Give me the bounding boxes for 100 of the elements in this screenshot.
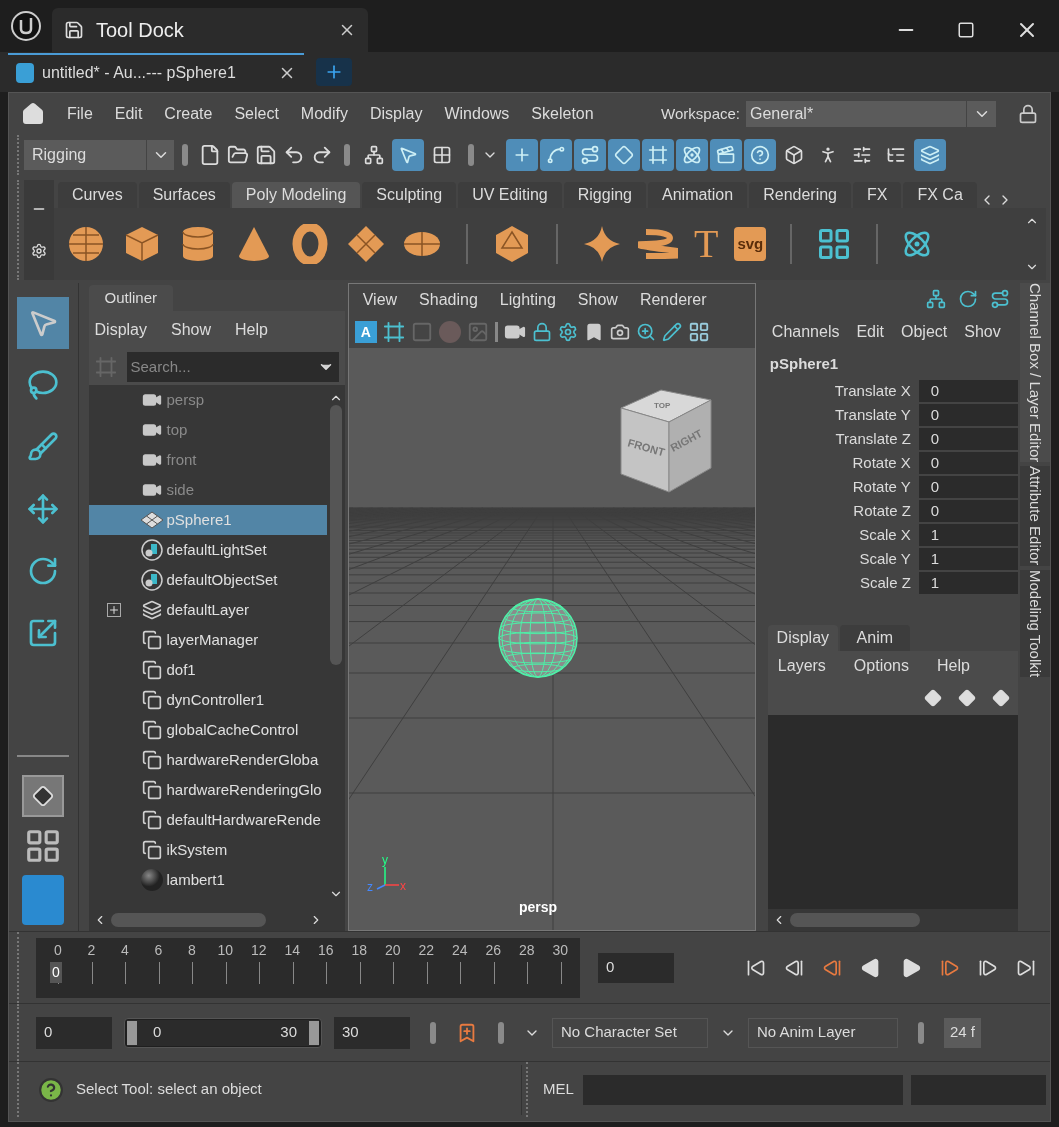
toggle-button[interactable] [608, 139, 640, 171]
next-key-icon[interactable] [940, 957, 960, 978]
outliner-row[interactable]: defaultObjectSet [88, 565, 327, 595]
end-frame-field[interactable]: 30 [334, 1016, 410, 1049]
side-tab[interactable]: Channel Box / Layer Editor [1020, 283, 1050, 463]
channel-value-field[interactable]: 1 [918, 524, 1018, 546]
menu-item[interactable]: Display [370, 102, 423, 126]
menu-item[interactable]: Create [164, 102, 213, 126]
frame-icon[interactable] [382, 321, 405, 343]
layout-button[interactable] [22, 775, 65, 817]
gear-icon[interactable] [557, 322, 578, 342]
range-slider[interactable]: 0 30 [124, 1017, 322, 1048]
toggle-button[interactable] [506, 139, 538, 171]
rotate-icon[interactable] [958, 289, 978, 309]
outliner-row[interactable]: defaultLightSet [88, 535, 327, 565]
outliner-row[interactable]: globalCacheControl [88, 715, 327, 745]
channel-value-field[interactable]: 0 [918, 380, 1018, 402]
menu-item[interactable]: Shov [964, 320, 1001, 344]
sphere-icon[interactable] [66, 224, 106, 264]
toggle-button[interactable] [710, 139, 742, 171]
previous-key-icon[interactable] [822, 957, 842, 978]
menu-item[interactable]: File [67, 102, 93, 126]
text-tool-icon[interactable]: T [694, 224, 719, 264]
menu-item[interactable]: Show [171, 318, 211, 342]
settings-icon[interactable] [31, 243, 47, 259]
svg-tool-icon[interactable]: svg [734, 226, 767, 262]
outliner-row[interactable]: defaultLayer [88, 595, 327, 625]
menu-item[interactable]: Modify [300, 102, 348, 126]
menu-set-dropdown[interactable]: Rigging [24, 140, 174, 170]
step-forward-icon[interactable] [978, 957, 998, 978]
lock-icon[interactable] [1018, 104, 1038, 124]
layer-editor-tab[interactable]: Display [767, 625, 838, 651]
workspace-dropdown[interactable]: General* [746, 101, 996, 127]
character-set-field[interactable]: No Character Set [552, 1017, 708, 1048]
shelf-tab[interactable]: Animation [648, 182, 748, 208]
channel-value-field[interactable]: 0 [918, 428, 1018, 450]
new-tab-button[interactable] [316, 58, 352, 86]
menu-item[interactable]: Options [853, 654, 909, 678]
menu-item[interactable]: Select [234, 102, 279, 126]
window-tab[interactable]: Tool Dock [52, 8, 368, 52]
channel-value-field[interactable]: 0 [918, 452, 1018, 474]
toggle-button[interactable] [642, 139, 674, 171]
torus-icon[interactable] [290, 224, 330, 264]
toggle-button[interactable] [744, 139, 776, 171]
menu-item[interactable]: Edit [856, 320, 884, 344]
menu-item[interactable]: Skeleton [531, 102, 594, 126]
outliner-row[interactable]: dof1 [88, 655, 327, 685]
outliner-row[interactable]: defaultHardwareRende [88, 805, 327, 835]
pencil-icon[interactable] [661, 322, 682, 342]
current-frame-field[interactable]: 0 [598, 952, 674, 983]
outliner-row[interactable]: layerManager [88, 625, 327, 655]
search-field[interactable]: Search... [126, 352, 339, 382]
side-tab[interactable]: Modeling Toolkit [1020, 569, 1050, 677]
shelf-tab[interactable]: FX [853, 182, 902, 208]
side-tab[interactable]: Attribute Editor [1020, 466, 1050, 566]
horizontal-scrollbar[interactable] [767, 909, 1018, 931]
menu-item[interactable]: Shading [419, 288, 478, 312]
outliner-row[interactable]: hardwareRenderingGlo [88, 775, 327, 805]
menu-item[interactable]: Help [937, 654, 970, 678]
shelf-tab[interactable]: Sculpting [362, 182, 457, 208]
outliner-row[interactable]: dynController1 [88, 685, 327, 715]
save-icon[interactable] [255, 144, 277, 166]
redo-icon[interactable] [311, 144, 333, 166]
menu-item[interactable]: Display [94, 318, 147, 342]
channel-value-field[interactable]: 1 [918, 548, 1018, 570]
menu-item[interactable]: Help [235, 318, 268, 342]
zoom-icon[interactable] [635, 322, 656, 342]
toggle-button[interactable] [540, 139, 572, 171]
open-folder-icon[interactable] [227, 144, 249, 166]
channel-value-field[interactable]: 0 [918, 476, 1018, 498]
shelf-tab[interactable]: FX Ca [903, 182, 977, 208]
layer-editor-tab[interactable]: Anim [839, 625, 910, 651]
step-back-icon[interactable] [784, 957, 804, 978]
shelf-tab[interactable]: UV Editing [458, 182, 562, 208]
fps-field[interactable]: 24 f [944, 1017, 982, 1048]
expand-box-icon[interactable] [106, 603, 121, 617]
outliner-tab[interactable]: Outliner [88, 285, 174, 311]
channel-value-field[interactable]: 1 [918, 572, 1018, 594]
lock-icon[interactable] [531, 322, 552, 342]
shelf-tab[interactable]: Rendering [749, 182, 851, 208]
menu-item[interactable]: Windows [444, 102, 510, 126]
menu-item[interactable]: Channels [771, 320, 840, 344]
sphere-drawing[interactable] [497, 598, 578, 678]
maximize-icon[interactable] [957, 21, 975, 39]
channel-value-field[interactable]: 0 [918, 404, 1018, 426]
outliner-row[interactable]: ikSystem [88, 835, 327, 865]
color-wheel-icon[interactable] [438, 321, 461, 343]
shelf-tab[interactable]: Rigging [563, 182, 646, 208]
home-icon[interactable] [21, 102, 45, 126]
undo-icon[interactable] [283, 144, 305, 166]
panel-layout-icon[interactable] [687, 321, 710, 343]
start-frame-field[interactable]: 0 [36, 1016, 112, 1049]
menu-item[interactable]: Edit [114, 102, 143, 126]
outliner-row[interactable]: lambert1 [88, 865, 327, 895]
current-frame-marker[interactable]: 0 [50, 961, 62, 983]
view-cube-drawing[interactable] [620, 389, 712, 493]
toggle-button[interactable] [574, 139, 606, 171]
menu-item[interactable]: Renderer [639, 288, 707, 312]
toggle-button[interactable] [914, 139, 946, 171]
menu-item[interactable]: Show [577, 288, 618, 312]
